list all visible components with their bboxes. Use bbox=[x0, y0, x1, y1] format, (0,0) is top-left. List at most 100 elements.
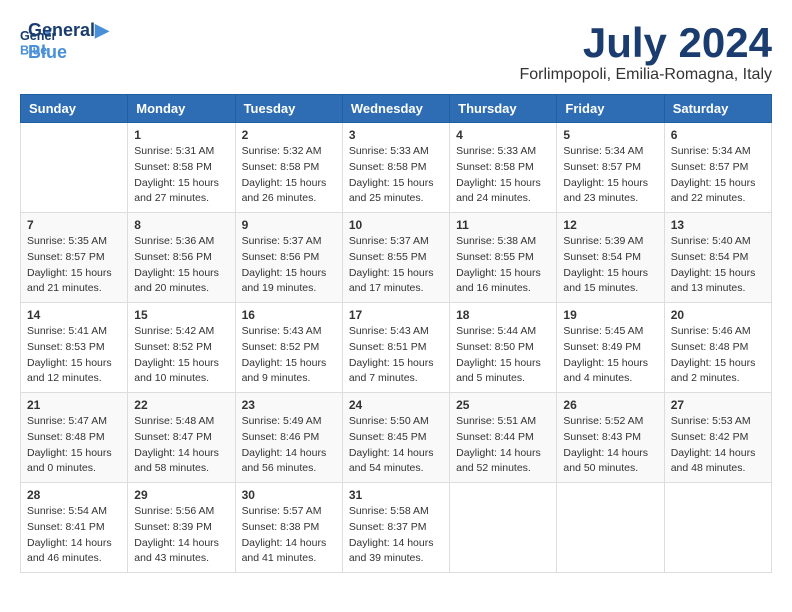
sunset-text: Sunset: 8:58 PM bbox=[134, 161, 212, 173]
day-info: Sunrise: 5:38 AM Sunset: 8:55 PM Dayligh… bbox=[456, 234, 550, 297]
daylight-text: Daylight: 14 hours and 58 minutes. bbox=[134, 447, 219, 475]
day-info: Sunrise: 5:45 AM Sunset: 8:49 PM Dayligh… bbox=[563, 324, 657, 387]
sunset-text: Sunset: 8:43 PM bbox=[563, 431, 641, 443]
daylight-text: Daylight: 14 hours and 46 minutes. bbox=[27, 537, 112, 565]
calendar-cell: 7 Sunrise: 5:35 AM Sunset: 8:57 PM Dayli… bbox=[21, 213, 128, 303]
day-number: 6 bbox=[671, 128, 765, 142]
daylight-text: Daylight: 15 hours and 26 minutes. bbox=[242, 177, 327, 205]
sunset-text: Sunset: 8:52 PM bbox=[242, 341, 320, 353]
day-info: Sunrise: 5:33 AM Sunset: 8:58 PM Dayligh… bbox=[349, 144, 443, 207]
day-info: Sunrise: 5:46 AM Sunset: 8:48 PM Dayligh… bbox=[671, 324, 765, 387]
calendar-header-row: SundayMondayTuesdayWednesdayThursdayFrid… bbox=[21, 95, 772, 123]
sunrise-text: Sunrise: 5:40 AM bbox=[671, 235, 751, 247]
daylight-text: Daylight: 14 hours and 50 minutes. bbox=[563, 447, 648, 475]
daylight-text: Daylight: 14 hours and 41 minutes. bbox=[242, 537, 327, 565]
day-number: 8 bbox=[134, 218, 228, 232]
calendar-week-4: 21 Sunrise: 5:47 AM Sunset: 8:48 PM Dayl… bbox=[21, 393, 772, 483]
calendar-cell: 5 Sunrise: 5:34 AM Sunset: 8:57 PM Dayli… bbox=[557, 123, 664, 213]
daylight-text: Daylight: 15 hours and 13 minutes. bbox=[671, 267, 756, 295]
sunrise-text: Sunrise: 5:57 AM bbox=[242, 505, 322, 517]
day-number: 9 bbox=[242, 218, 336, 232]
day-number: 21 bbox=[27, 398, 121, 412]
calendar-cell: 6 Sunrise: 5:34 AM Sunset: 8:57 PM Dayli… bbox=[664, 123, 771, 213]
day-info: Sunrise: 5:34 AM Sunset: 8:57 PM Dayligh… bbox=[671, 144, 765, 207]
sunset-text: Sunset: 8:46 PM bbox=[242, 431, 320, 443]
sunrise-text: Sunrise: 5:58 AM bbox=[349, 505, 429, 517]
location-title: Forlimpopoli, Emilia-Romagna, Italy bbox=[519, 66, 772, 84]
sunrise-text: Sunrise: 5:50 AM bbox=[349, 415, 429, 427]
day-number: 20 bbox=[671, 308, 765, 322]
calendar-cell: 4 Sunrise: 5:33 AM Sunset: 8:58 PM Dayli… bbox=[450, 123, 557, 213]
day-number: 31 bbox=[349, 488, 443, 502]
day-info: Sunrise: 5:36 AM Sunset: 8:56 PM Dayligh… bbox=[134, 234, 228, 297]
day-info: Sunrise: 5:35 AM Sunset: 8:57 PM Dayligh… bbox=[27, 234, 121, 297]
day-number: 11 bbox=[456, 218, 550, 232]
sunset-text: Sunset: 8:58 PM bbox=[242, 161, 320, 173]
day-header-wednesday: Wednesday bbox=[342, 95, 449, 123]
month-title: July 2024 bbox=[519, 20, 772, 66]
calendar-cell bbox=[664, 483, 771, 573]
sunrise-text: Sunrise: 5:36 AM bbox=[134, 235, 214, 247]
sunrise-text: Sunrise: 5:34 AM bbox=[671, 145, 751, 157]
day-info: Sunrise: 5:51 AM Sunset: 8:44 PM Dayligh… bbox=[456, 414, 550, 477]
day-number: 16 bbox=[242, 308, 336, 322]
day-number: 15 bbox=[134, 308, 228, 322]
daylight-text: Daylight: 15 hours and 21 minutes. bbox=[27, 267, 112, 295]
daylight-text: Daylight: 15 hours and 10 minutes. bbox=[134, 357, 219, 385]
sunrise-text: Sunrise: 5:37 AM bbox=[349, 235, 429, 247]
sunset-text: Sunset: 8:38 PM bbox=[242, 521, 320, 533]
day-info: Sunrise: 5:42 AM Sunset: 8:52 PM Dayligh… bbox=[134, 324, 228, 387]
sunset-text: Sunset: 8:57 PM bbox=[27, 251, 105, 263]
sunset-text: Sunset: 8:41 PM bbox=[27, 521, 105, 533]
daylight-text: Daylight: 15 hours and 19 minutes. bbox=[242, 267, 327, 295]
day-number: 23 bbox=[242, 398, 336, 412]
sunset-text: Sunset: 8:54 PM bbox=[671, 251, 749, 263]
logo: General Blue General▶ Blue bbox=[20, 20, 109, 63]
day-info: Sunrise: 5:48 AM Sunset: 8:47 PM Dayligh… bbox=[134, 414, 228, 477]
calendar-cell: 17 Sunrise: 5:43 AM Sunset: 8:51 PM Dayl… bbox=[342, 303, 449, 393]
daylight-text: Daylight: 15 hours and 22 minutes. bbox=[671, 177, 756, 205]
calendar-cell: 12 Sunrise: 5:39 AM Sunset: 8:54 PM Dayl… bbox=[557, 213, 664, 303]
calendar-table: SundayMondayTuesdayWednesdayThursdayFrid… bbox=[20, 94, 772, 573]
day-info: Sunrise: 5:43 AM Sunset: 8:51 PM Dayligh… bbox=[349, 324, 443, 387]
day-header-thursday: Thursday bbox=[450, 95, 557, 123]
daylight-text: Daylight: 15 hours and 12 minutes. bbox=[27, 357, 112, 385]
day-number: 24 bbox=[349, 398, 443, 412]
calendar-cell: 30 Sunrise: 5:57 AM Sunset: 8:38 PM Dayl… bbox=[235, 483, 342, 573]
sunrise-text: Sunrise: 5:44 AM bbox=[456, 325, 536, 337]
sunset-text: Sunset: 8:37 PM bbox=[349, 521, 427, 533]
sunrise-text: Sunrise: 5:37 AM bbox=[242, 235, 322, 247]
day-number: 7 bbox=[27, 218, 121, 232]
sunrise-text: Sunrise: 5:34 AM bbox=[563, 145, 643, 157]
sunset-text: Sunset: 8:58 PM bbox=[456, 161, 534, 173]
title-block: July 2024 Forlimpopoli, Emilia-Romagna, … bbox=[519, 20, 772, 84]
daylight-text: Daylight: 15 hours and 27 minutes. bbox=[134, 177, 219, 205]
sunrise-text: Sunrise: 5:42 AM bbox=[134, 325, 214, 337]
sunset-text: Sunset: 8:42 PM bbox=[671, 431, 749, 443]
daylight-text: Daylight: 14 hours and 56 minutes. bbox=[242, 447, 327, 475]
daylight-text: Daylight: 15 hours and 2 minutes. bbox=[671, 357, 756, 385]
daylight-text: Daylight: 14 hours and 39 minutes. bbox=[349, 537, 434, 565]
daylight-text: Daylight: 15 hours and 0 minutes. bbox=[27, 447, 112, 475]
day-number: 25 bbox=[456, 398, 550, 412]
sunrise-text: Sunrise: 5:33 AM bbox=[349, 145, 429, 157]
day-info: Sunrise: 5:40 AM Sunset: 8:54 PM Dayligh… bbox=[671, 234, 765, 297]
calendar-cell: 14 Sunrise: 5:41 AM Sunset: 8:53 PM Dayl… bbox=[21, 303, 128, 393]
calendar-cell: 19 Sunrise: 5:45 AM Sunset: 8:49 PM Dayl… bbox=[557, 303, 664, 393]
daylight-text: Daylight: 14 hours and 48 minutes. bbox=[671, 447, 756, 475]
day-number: 27 bbox=[671, 398, 765, 412]
sunrise-text: Sunrise: 5:46 AM bbox=[671, 325, 751, 337]
daylight-text: Daylight: 14 hours and 54 minutes. bbox=[349, 447, 434, 475]
sunrise-text: Sunrise: 5:35 AM bbox=[27, 235, 107, 247]
calendar-cell: 13 Sunrise: 5:40 AM Sunset: 8:54 PM Dayl… bbox=[664, 213, 771, 303]
calendar-cell: 11 Sunrise: 5:38 AM Sunset: 8:55 PM Dayl… bbox=[450, 213, 557, 303]
sunset-text: Sunset: 8:58 PM bbox=[349, 161, 427, 173]
calendar-cell: 27 Sunrise: 5:53 AM Sunset: 8:42 PM Dayl… bbox=[664, 393, 771, 483]
calendar-cell: 9 Sunrise: 5:37 AM Sunset: 8:56 PM Dayli… bbox=[235, 213, 342, 303]
day-number: 1 bbox=[134, 128, 228, 142]
day-number: 17 bbox=[349, 308, 443, 322]
sunrise-text: Sunrise: 5:49 AM bbox=[242, 415, 322, 427]
calendar-cell: 16 Sunrise: 5:43 AM Sunset: 8:52 PM Dayl… bbox=[235, 303, 342, 393]
day-info: Sunrise: 5:54 AM Sunset: 8:41 PM Dayligh… bbox=[27, 504, 121, 567]
daylight-text: Daylight: 15 hours and 7 minutes. bbox=[349, 357, 434, 385]
